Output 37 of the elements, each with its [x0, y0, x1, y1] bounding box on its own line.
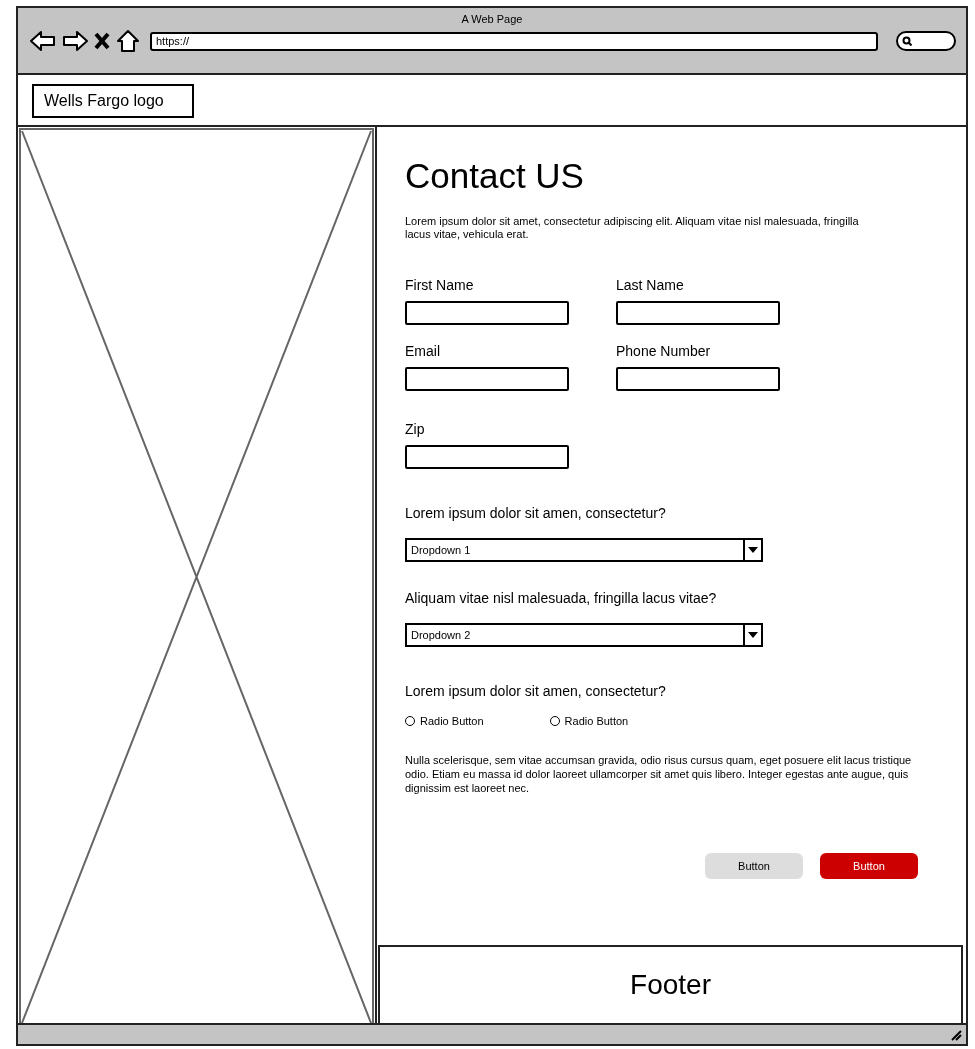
back-icon[interactable]	[30, 30, 56, 52]
field-label: Phone Number	[616, 343, 712, 359]
field-label: First Name	[405, 277, 475, 293]
radio-option[interactable]: Radio Button	[549, 715, 629, 727]
footer-text: Footer	[630, 969, 711, 1001]
intro-text: Lorem ipsum dolor sit amet, consectetur adipiscing elit. Aliquam vitae nisl malesuada, fringilla lacus vitae, vehicula erat.	[405, 215, 860, 241]
radio-label: Radio Button	[420, 715, 484, 727]
address-field[interactable]: https://	[150, 31, 878, 51]
home-icon[interactable]	[116, 29, 140, 53]
caret-icon	[748, 632, 758, 638]
field-label: Last Name	[616, 277, 685, 293]
question-label: Lorem ipsum dolor sit amen, consectetur?	[405, 683, 667, 699]
input-field[interactable]	[405, 367, 569, 391]
caret-icon	[748, 547, 758, 553]
input-field[interactable]	[405, 301, 569, 325]
input-field[interactable]	[405, 445, 569, 469]
button[interactable]: Button	[705, 853, 803, 879]
question-label: Lorem ipsum dolor sit amen, consectetur?	[405, 505, 667, 521]
resize-grip-icon[interactable]	[950, 1028, 962, 1041]
input-field[interactable]	[616, 301, 780, 325]
page-heading: Contact US	[405, 155, 585, 197]
question-label: Aliquam vitae nisl malesuada, fringilla lacus vitae?	[405, 590, 718, 606]
close-icon[interactable]	[94, 32, 110, 50]
field-label: Email	[405, 343, 441, 359]
logo-link[interactable]: Wells Fargo logo	[32, 84, 194, 118]
radio-label: Radio Button	[564, 715, 629, 727]
window-title: A Web Page	[460, 13, 524, 25]
search-icon[interactable]	[902, 36, 912, 46]
dropdown[interactable]: Dropdown 1	[405, 538, 763, 562]
field-label: Zip	[405, 421, 426, 437]
search-field[interactable]	[896, 31, 956, 51]
body-text: Nulla scelerisque, sem vitae accumsan gravida, odio risus cursus quam, eget posuere elit lacus tristique odio. Etiam eu massa id dolor laoreet ullamcorper sit amet quis libero. Integer egestas ante augue, quis dignissim est laoreet nec.	[405, 753, 913, 795]
input-field[interactable]	[616, 367, 780, 391]
radio-option[interactable]: Radio Button	[405, 715, 484, 727]
button[interactable]: Button	[820, 853, 918, 879]
forward-icon[interactable]	[62, 30, 88, 52]
dropdown[interactable]: Dropdown 2	[405, 623, 763, 647]
